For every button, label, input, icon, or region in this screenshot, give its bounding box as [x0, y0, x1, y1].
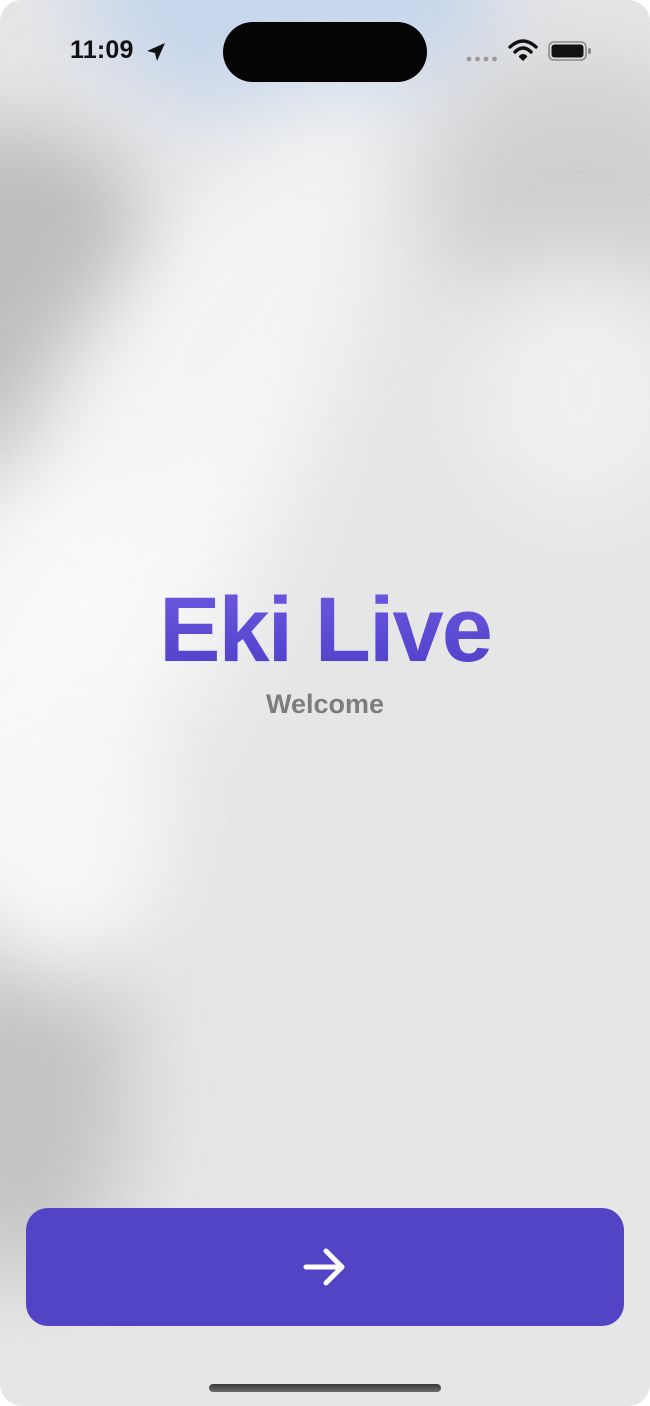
location-arrow-icon [147, 43, 165, 61]
status-bar: 11:09 [0, 0, 650, 100]
home-indicator[interactable] [209, 1384, 441, 1392]
dynamic-island [223, 22, 427, 82]
cellular-signal-icon [466, 56, 497, 62]
app-title: Eki Live [0, 580, 650, 680]
arrow-right-icon [303, 1248, 345, 1286]
wifi-icon [508, 39, 538, 61]
welcome-subtitle: Welcome [265, 689, 385, 719]
continue-button[interactable] [26, 1208, 624, 1326]
status-time: 11:09 [70, 36, 134, 64]
battery-icon [548, 41, 591, 61]
welcome-screen: 11:09 Eki Live Welcome [0, 0, 650, 1406]
